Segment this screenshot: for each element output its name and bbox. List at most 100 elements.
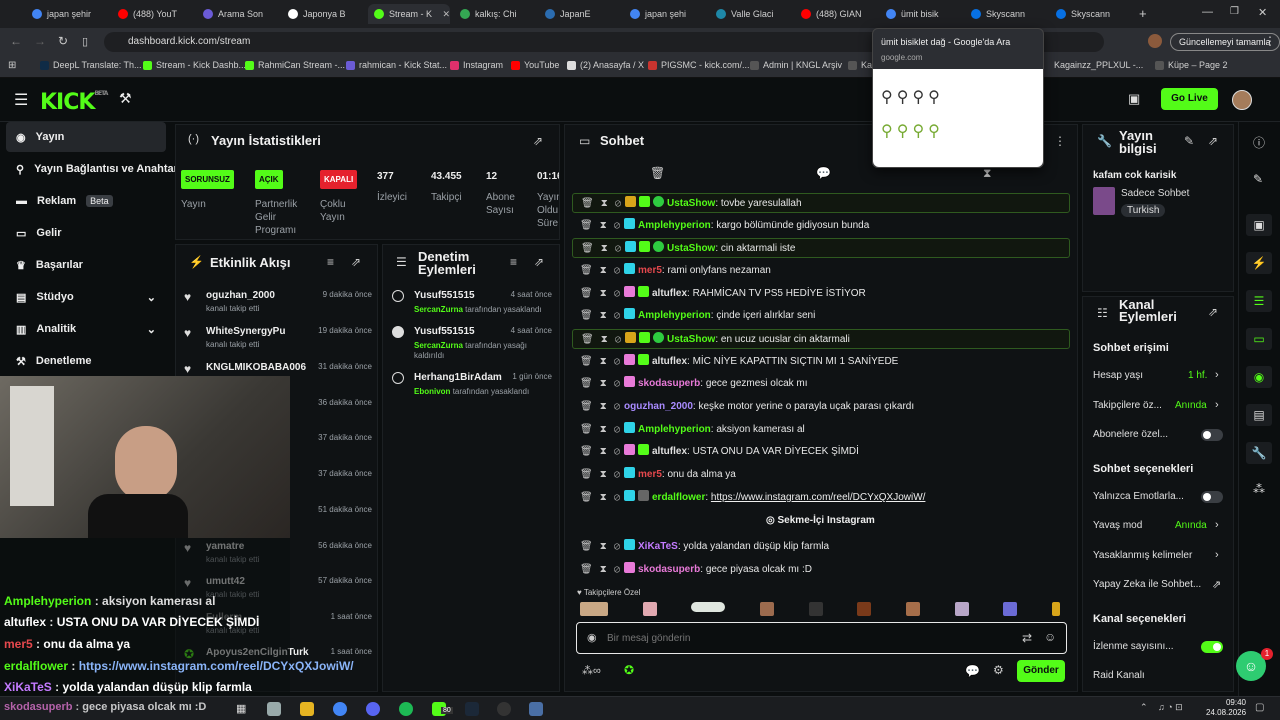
camera-icon[interactable]: ▣ (1246, 214, 1272, 236)
discord-icon[interactable] (366, 702, 380, 716)
bookmark[interactable]: RahmiCan Stream -... (245, 60, 345, 70)
edit-icon[interactable]: ✎ (1184, 134, 1194, 148)
browser-tab[interactable]: (488) GIAN (801, 4, 869, 24)
box-icon[interactable]: ▤ (1246, 404, 1272, 426)
mod-actions-icon[interactable]: 🗑⧗⊘ (580, 560, 627, 580)
chevron-right-icon[interactable]: › (1215, 549, 1219, 561)
kick-coin-icon[interactable]: ✪ (624, 663, 634, 677)
gear-icon[interactable]: ⚙ (993, 663, 1004, 677)
embed-label[interactable]: ◎ Sekme-İçi Instagram (766, 515, 875, 526)
notification-icon[interactable]: ▢ (1255, 702, 1264, 713)
chat-bubble-icon[interactable]: 💬 (816, 166, 831, 180)
kick-logo[interactable]: KICKBETA (40, 90, 108, 115)
send-button[interactable]: Gönder (1017, 660, 1065, 682)
mod-actions-icon[interactable]: 🗑⧗⊘ (580, 420, 627, 440)
menu-dots-icon[interactable]: ⋮ (1054, 134, 1066, 148)
wrench-icon[interactable]: 🔧 (1246, 442, 1272, 464)
chat-input-box[interactable]: ◉ ⇄ ☺ (576, 622, 1067, 654)
sidebar-item-reklam[interactable]: ▬ Reklam Beta (6, 186, 166, 216)
spotify-icon[interactable] (399, 702, 413, 716)
list-icon[interactable]: ☰ (1246, 290, 1272, 312)
hammer-icon[interactable]: ⚒ (119, 90, 132, 107)
sidebar-item-basarilar[interactable]: ♛ Başarılar (6, 250, 166, 280)
popout-icon[interactable]: ⇗ (533, 134, 543, 148)
tray-chevron-icon[interactable]: ⌃ (1140, 702, 1148, 713)
sidebar-item-denetleme[interactable]: ⚒ Denetleme (6, 346, 166, 376)
setting-label[interactable]: Raid Kanalı (1093, 670, 1145, 681)
mod-actions-icon[interactable]: 🗑⧗⊘ (580, 284, 627, 304)
chat-user[interactable]: altuflex (652, 356, 687, 367)
chat-user[interactable]: altuflex (652, 446, 687, 457)
app-icon[interactable] (529, 702, 543, 716)
translate-icon[interactable]: ⇄ (1022, 631, 1032, 645)
emote[interactable] (759, 602, 774, 616)
emote[interactable] (954, 602, 969, 616)
emote[interactable] (808, 602, 823, 616)
popout-icon[interactable]: ⇗ (1208, 305, 1218, 319)
bookmark[interactable]: Admin | KNGL Arşiv (750, 60, 842, 70)
tray-icons[interactable]: ♫ ◔ ⊡ (1158, 702, 1183, 713)
bookmark[interactable]: DeepL Translate: Th... (40, 60, 142, 70)
mod-actions-icon[interactable]: 🗑⧗⊘ (580, 374, 627, 394)
obs-icon[interactable] (497, 702, 511, 716)
mod-actions-icon[interactable]: 🗑⧗⊘ (580, 261, 627, 281)
emote[interactable] (857, 602, 872, 616)
lightning-icon[interactable]: ⚡ (1246, 252, 1272, 274)
sidebar-item-gelir[interactable]: ▭ Gelir (6, 218, 166, 248)
camera-icon[interactable]: ▣ (1128, 91, 1140, 107)
close-window-icon[interactable]: ✕ (1258, 6, 1267, 19)
chat-user[interactable]: Amplehyperion (638, 310, 711, 321)
mod-actions-icon[interactable]: 🗑⧗⊘ (581, 330, 628, 348)
mod-actions-icon[interactable]: 🗑⧗⊘ (580, 465, 627, 485)
pencil-icon[interactable]: ✎ (1253, 172, 1263, 186)
avatar[interactable] (1148, 34, 1162, 48)
browser-tab[interactable]: kalkış: Chi (460, 4, 528, 24)
chat-user[interactable]: oguzhan_2000 (624, 401, 693, 412)
viewer-count-toggle[interactable] (1201, 641, 1223, 653)
task-view-icon[interactable]: ▦ (236, 702, 246, 715)
chevron-right-icon[interactable]: › (1215, 399, 1219, 411)
browser-tab[interactable]: ümit bisik (886, 4, 954, 24)
sidebar-item-analitik[interactable]: ▥ Analitik ⌄ (6, 314, 166, 344)
mod-actions-icon[interactable]: 🗑⧗⊘ (580, 216, 627, 236)
chat-user[interactable]: mer5 (638, 265, 662, 276)
emote[interactable] (1003, 602, 1018, 616)
close-icon[interactable]: ✕ (442, 9, 450, 20)
chat-user[interactable]: UstaShow (667, 334, 715, 345)
reload-icon[interactable]: ↻ (58, 34, 68, 48)
emote[interactable] (905, 602, 920, 616)
mod-actions-icon[interactable]: 🗑⧗⊘ (580, 397, 627, 417)
chat-user[interactable]: altuflex (652, 288, 687, 299)
setting-value[interactable]: 1 hf. (1188, 370, 1207, 381)
trash-icon[interactable]: 🗑 (650, 166, 665, 180)
bookmark[interactable]: Kagainzz_PPLXUL -... (1054, 60, 1143, 70)
browser-tab[interactable]: Skyscann (971, 4, 1039, 24)
forward-icon[interactable]: → (34, 34, 46, 48)
chat-input[interactable] (607, 629, 987, 647)
browser-tab[interactable]: Skyscann (1056, 4, 1124, 24)
popout-icon[interactable]: ⇗ (534, 255, 544, 269)
bookmark[interactable]: Stream - Kick Dashb... (143, 60, 246, 70)
emote[interactable] (642, 602, 657, 616)
points-icon[interactable]: ⁂∞ (582, 664, 601, 677)
mod-actions-icon[interactable]: 🗑⧗⊘ (580, 352, 627, 372)
emote[interactable] (1051, 602, 1060, 616)
hourglass-icon[interactable]: ⧗ (983, 166, 991, 181)
info-icon[interactable]: ⓘ (1253, 134, 1265, 151)
browser-tab[interactable]: japan şehi (630, 4, 698, 24)
chat-user[interactable]: erdalflower (652, 492, 705, 503)
sidebar-item-stream-key[interactable]: ⚲ Yayın Bağlantısı ve Anahtar (6, 154, 178, 184)
share-icon[interactable]: ⁂ (1253, 482, 1265, 496)
chat-link[interactable]: https://www.instagram.com/reel/DCYxQXJow… (711, 492, 926, 503)
folder-icon[interactable] (300, 702, 314, 716)
chat-user[interactable]: Amplehyperion (638, 424, 711, 435)
setting-value[interactable]: Anında (1175, 520, 1207, 531)
go-live-button[interactable]: Go Live (1161, 88, 1218, 110)
browser-tab[interactable]: (488) YouT (118, 4, 186, 24)
chat-bubble-icon[interactable]: 💬 (965, 664, 980, 678)
chat-user[interactable]: mer5 (638, 469, 662, 480)
setting-label[interactable]: Yasaklanmış kelimeler (1093, 550, 1192, 561)
filter-icon[interactable]: ≡ (510, 255, 517, 269)
browser-tab[interactable]: Arama Son (203, 4, 271, 24)
sidebar-item-studyo[interactable]: ▤ Stüdyo ⌄ (6, 282, 166, 312)
